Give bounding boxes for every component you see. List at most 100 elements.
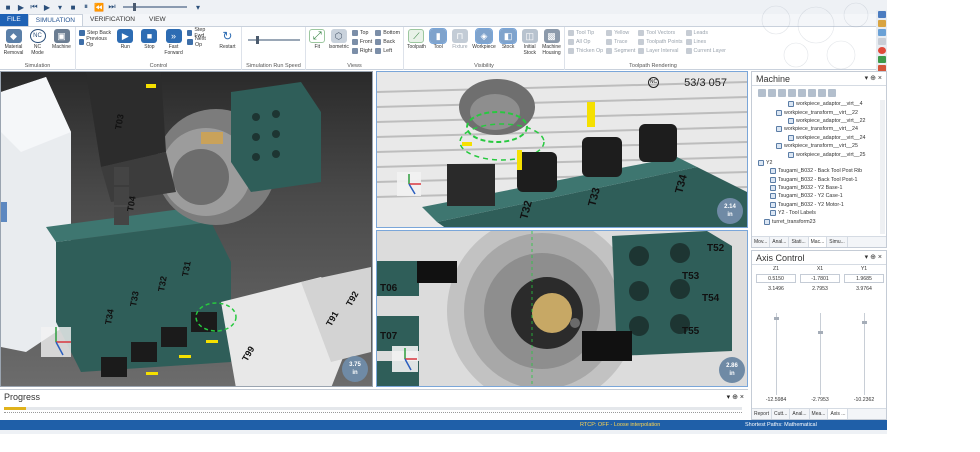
yellow-option[interactable]: Yellow <box>606 29 635 37</box>
strip-globe-icon[interactable] <box>877 47 886 54</box>
axis-slider-knob[interactable] <box>774 317 779 320</box>
stop-icon[interactable]: ■ <box>68 3 78 12</box>
axis-panel-tab[interactable]: Anal... <box>790 409 810 419</box>
current-layer-option[interactable]: Current Layer <box>685 47 726 55</box>
tree-item[interactable]: workpiece_adaptor__virt__22 <box>754 117 880 125</box>
rewind-icon[interactable]: ⏪ <box>94 3 104 12</box>
previous-op-button[interactable]: Previous Op <box>79 36 112 48</box>
top-view-button[interactable]: Top <box>351 29 372 37</box>
machine-panel-tab[interactable]: Mac... <box>808 237 828 247</box>
tree-copy-icon[interactable] <box>778 88 786 97</box>
front-view-button[interactable]: Front <box>351 38 372 46</box>
strip-folder-icon[interactable] <box>877 20 886 27</box>
machine-tree[interactable]: workpiece_adaptor__virt__4 workpiece_tran… <box>754 100 880 234</box>
tree-item[interactable]: Tsugami_B032 - Y2 Case-1 <box>754 192 880 200</box>
tree-item[interactable]: Y2 <box>754 159 880 167</box>
progress-track[interactable] <box>4 407 742 410</box>
thicken-op-option[interactable]: Thicken Op <box>568 47 603 55</box>
strip-list-icon[interactable] <box>877 38 886 45</box>
back-view-button[interactable]: Back <box>375 38 400 46</box>
axis-value-input[interactable]: 1.9685 <box>844 274 884 283</box>
customize-dropdown-icon[interactable]: ▾ <box>193 3 203 12</box>
tree-item[interactable]: Tsugami_B032 - Back Tool Post Rib <box>754 167 880 175</box>
quick-speed-knob[interactable] <box>133 3 136 11</box>
sim-app-icon[interactable]: ■ <box>3 3 13 12</box>
tab-verification[interactable]: VERIFICATION <box>83 14 142 26</box>
tool-tip-option[interactable]: Tool Tip <box>568 29 603 37</box>
machine-panel-tab[interactable]: Mov... <box>752 237 771 247</box>
machine-panel-tab[interactable]: Anal... <box>770 237 790 247</box>
next-op-button[interactable]: Next Op <box>187 36 214 48</box>
all-op-option[interactable]: All Op <box>568 38 603 46</box>
tree-item[interactable]: workpiece_adaptor__virt__24 <box>754 134 880 142</box>
axis-panel-tab[interactable]: Axis ... <box>828 409 849 419</box>
axis-slider-x1[interactable] <box>818 313 823 395</box>
tree-item[interactable]: workpiece_adaptor__virt__25 <box>754 150 880 158</box>
machine-tree-scrollbar[interactable] <box>880 100 885 234</box>
top-right-viewport[interactable]: T32 T33 T34 NC 53/3 057 2.14 in <box>376 71 748 228</box>
tree-item[interactable]: Tsugami_B032 - Y2 Motor-1 <box>754 201 880 209</box>
tree-item[interactable]: workpiece_transform__virt__22 <box>754 108 880 116</box>
progress-pin-icon[interactable]: ▾ ⊕ × <box>727 393 744 401</box>
tree-item[interactable]: workpiece_transform__virt__24 <box>754 125 880 133</box>
step-back-icon[interactable]: ⏮ <box>29 2 39 12</box>
layer-interval-option[interactable]: Layer Interval <box>638 47 682 55</box>
tree-item[interactable]: Tsugami_B032 - Back Tool Post-1 <box>754 176 880 184</box>
right-view-button[interactable]: Right <box>351 47 372 55</box>
tree-item[interactable]: workpiece_transform__virt__25 <box>754 142 880 150</box>
end-icon[interactable]: ⏭ <box>107 2 117 12</box>
tree-item[interactable]: Y2 - Tool Labels <box>754 209 880 217</box>
leads-option[interactable]: Leads <box>685 29 726 37</box>
trace-label: Trace <box>614 39 628 45</box>
axis-value-input[interactable]: -1.7801 <box>800 274 840 283</box>
run-speed-knob[interactable] <box>255 36 259 44</box>
tree-refresh-icon[interactable] <box>798 88 806 97</box>
tree-settings-icon[interactable] <box>828 88 836 97</box>
axis-max-row: 3.1496 2.7953 3.9764 <box>754 286 886 292</box>
axis-limit: 3.1496 <box>768 286 784 292</box>
quick-speed-slider[interactable] <box>123 3 187 11</box>
axis-slider-knob[interactable] <box>862 321 867 324</box>
axis-panel-pin-icon[interactable]: ▾ ⊕ × <box>865 253 882 261</box>
lines-option[interactable]: Lines <box>685 38 726 46</box>
dropdown-icon[interactable]: ▾ <box>55 3 65 12</box>
axis-slider-y1[interactable] <box>862 313 867 395</box>
strip-window-icon[interactable] <box>877 11 886 18</box>
tree-move-icon[interactable] <box>788 88 796 97</box>
trace-option[interactable]: Trace <box>606 38 635 46</box>
axis-panel-tab[interactable]: Report <box>752 409 773 419</box>
play-small-icon[interactable]: ▶ <box>42 3 52 12</box>
tree-item[interactable]: Tsugami_B032 - Y2 Base-1 <box>754 184 880 192</box>
toolpath-points-option[interactable]: Toolpath Points <box>638 38 683 46</box>
tree-edit-icon[interactable] <box>768 88 776 97</box>
tab-file[interactable]: FILE <box>0 14 28 26</box>
strip-image-icon[interactable] <box>877 29 886 36</box>
tree-add-icon[interactable] <box>758 88 766 97</box>
axis-panel-tab[interactable]: Cutt... <box>772 409 791 419</box>
axis-slider-z1[interactable] <box>774 313 779 395</box>
axis-panel-tab[interactable]: Mea... <box>810 409 829 419</box>
left-viewport[interactable]: T03 T04 T31 T32 T33 T34 T91 T92 T99 3.75… <box>0 71 373 387</box>
pause-icon[interactable]: ⏸ <box>81 2 91 12</box>
machine-panel-tab[interactable]: Stati... <box>789 237 809 247</box>
tool-vectors-option[interactable]: Tool Vectors <box>638 29 682 37</box>
tree-view-icon[interactable] <box>818 88 826 97</box>
machine-panel-tab[interactable]: Simu... <box>827 237 848 247</box>
strip-check-icon[interactable] <box>877 56 886 63</box>
segment-option[interactable]: Segment <box>606 47 635 55</box>
toolpath-points-icon <box>638 39 645 45</box>
bottom-right-viewport[interactable]: T52 T53 T54 T55 T06 T07 2.86 in <box>376 230 748 387</box>
run-speed-slider[interactable] <box>248 36 300 44</box>
bottom-view-button[interactable]: Bottom <box>375 29 400 37</box>
play-icon[interactable]: ▶ <box>16 3 26 12</box>
tree-item[interactable]: turret_transform23 <box>754 217 880 225</box>
front-view-icon <box>351 39 358 45</box>
left-view-button[interactable]: Left <box>375 47 400 55</box>
axis-value-input[interactable]: 0.5150 <box>756 274 796 283</box>
pin-icon[interactable]: ▾ ⊕ × <box>865 74 882 82</box>
axis-slider-knob[interactable] <box>818 331 823 334</box>
tree-link-icon[interactable] <box>808 88 816 97</box>
tab-view[interactable]: VIEW <box>142 14 173 26</box>
tab-simulation[interactable]: SIMULATION <box>27 14 83 26</box>
tree-item[interactable]: workpiece_adaptor__virt__4 <box>754 100 880 108</box>
